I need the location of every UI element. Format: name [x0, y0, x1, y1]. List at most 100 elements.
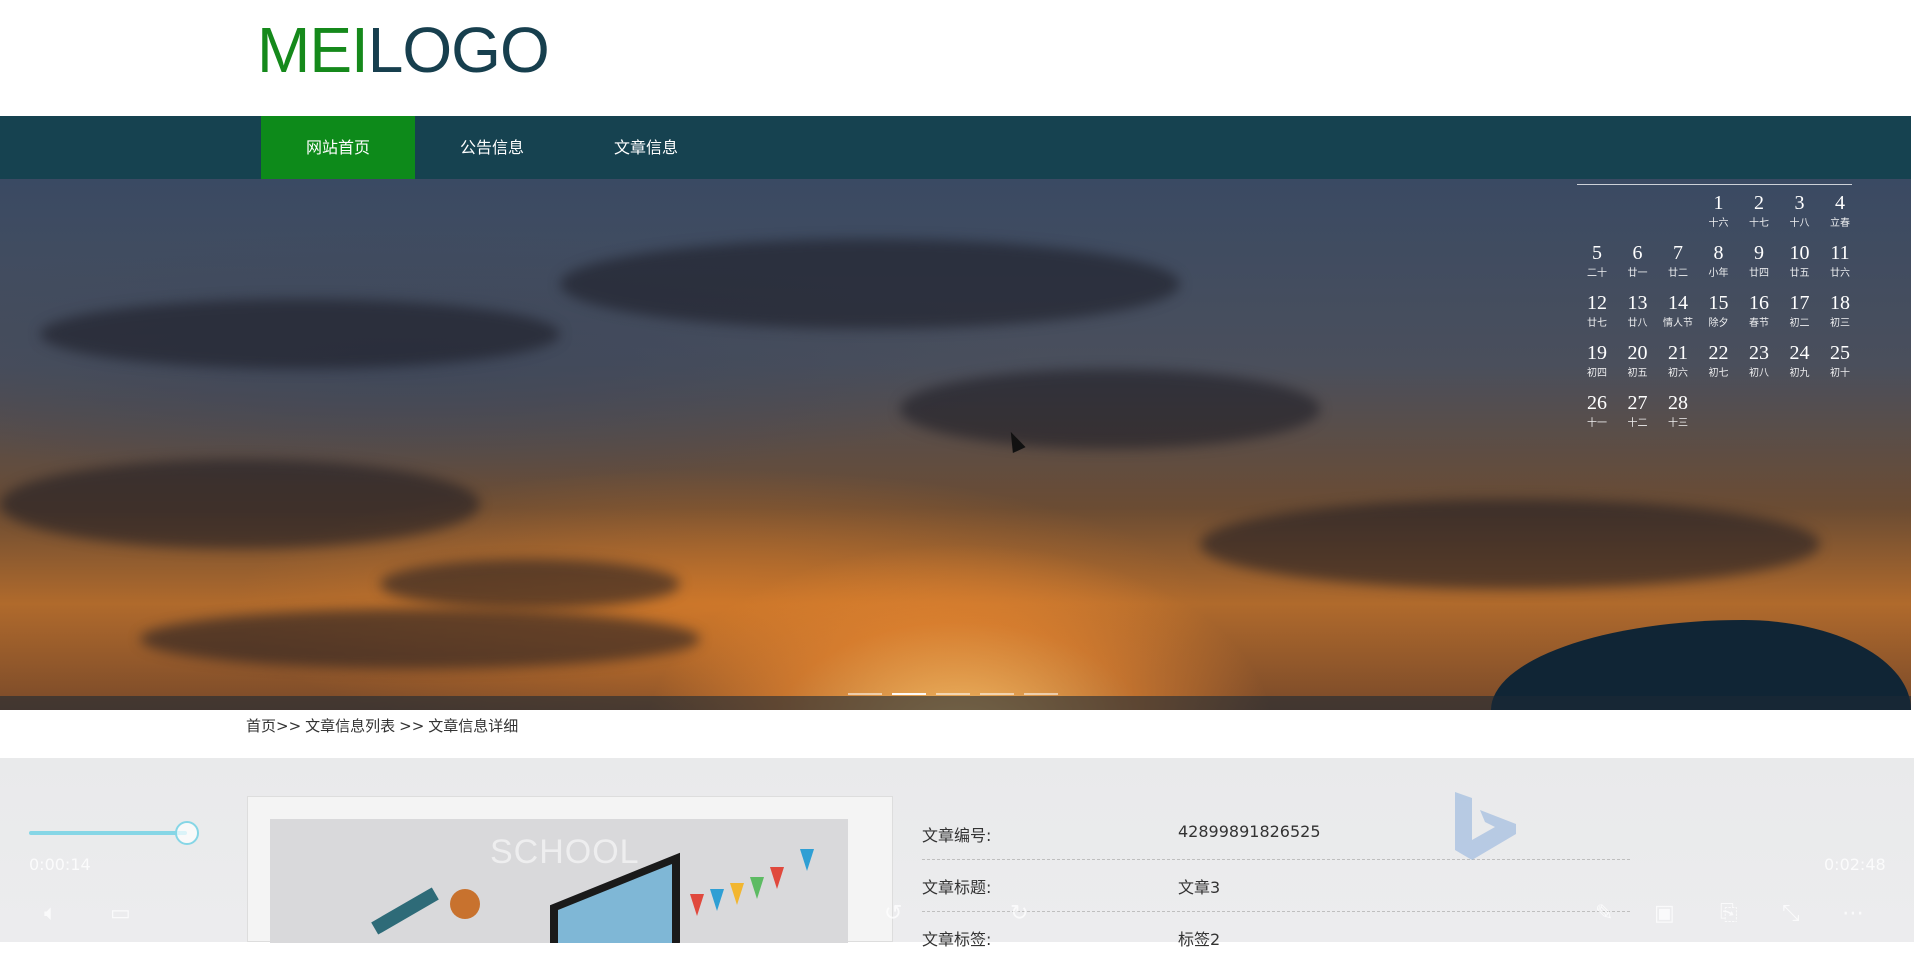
calendar-lunar-label: 廿二 — [1668, 268, 1688, 279]
calendar-day[interactable]: 17 初二 — [1780, 292, 1820, 331]
calendar-day[interactable]: 23 初八 — [1739, 342, 1779, 381]
calendar-day[interactable]: 7 廿二 — [1658, 242, 1698, 281]
article-tag-label: 文章标签: — [922, 930, 992, 949]
calendar-lunar-label: 廿一 — [1627, 268, 1648, 279]
hero-banner: 1 十六 2 十七 3 十八 4 立春 5 二十 6 廿一 7 廿二 8 小年 9 廿四 10 廿五 11 廿六 12 廿七 1… — [0, 179, 1911, 710]
calendar-day[interactable]: 4 立春 — [1820, 192, 1860, 231]
logo-part-2: LOGO — [367, 14, 550, 86]
calendar-day-number: 15 — [1708, 292, 1729, 314]
calendar-day-number: 1 — [1713, 192, 1724, 214]
carousel-dot[interactable] — [1024, 693, 1058, 695]
article-info-list: 文章编号: 42899891826525 文章标题: 文章3 文章标签: 标签2 — [922, 808, 1630, 964]
calendar-day[interactable]: 6 廿一 — [1618, 242, 1658, 281]
pennant-flag — [730, 883, 744, 905]
cloud-shape — [140, 609, 700, 669]
calendar-lunar-label: 十二 — [1627, 418, 1648, 429]
calendar-day[interactable]: 24 初九 — [1780, 342, 1820, 381]
carousel-dot[interactable] — [892, 693, 926, 695]
calendar-day[interactable]: 25 初十 — [1820, 342, 1860, 381]
calendar-lunar-label: 十七 — [1749, 218, 1769, 229]
article-id-value: 42899891826525 — [1178, 822, 1321, 841]
breadcrumb-list-link[interactable]: 文章信息列表 — [305, 717, 395, 735]
breadcrumb-current: 文章信息详细 — [428, 717, 519, 735]
calendar-day[interactable]: 20 初五 — [1618, 342, 1658, 381]
pennant-flag — [770, 867, 784, 889]
calendar-day[interactable]: 27 十二 — [1618, 392, 1658, 431]
calendar-day[interactable]: 21 初六 — [1658, 342, 1698, 381]
calendar-day[interactable]: 8 小年 — [1699, 242, 1739, 281]
carousel-dot[interactable] — [848, 693, 882, 695]
calendar-day-number: 23 — [1749, 342, 1769, 364]
calendar-day[interactable]: 28 十三 — [1658, 392, 1698, 431]
calendar-lunar-label: 初八 — [1749, 368, 1769, 379]
calendar-day-number: 14 — [1668, 292, 1688, 314]
info-row-tag: 文章标签: 标签2 — [922, 912, 1630, 964]
cloud-shape — [40, 299, 560, 369]
calendar-day[interactable]: 12 廿七 — [1577, 292, 1617, 331]
calendar-day[interactable]: 18 初三 — [1820, 292, 1860, 331]
article-title-value: 文章3 — [1178, 878, 1221, 897]
calendar-day-number: 28 — [1668, 392, 1688, 414]
calendar-day-number: 2 — [1754, 192, 1764, 214]
calendar-lunar-label: 二十 — [1587, 268, 1607, 279]
breadcrumb-home-link[interactable]: 首页>> — [246, 717, 301, 735]
calendar-lunar-label: 廿六 — [1830, 268, 1850, 279]
calendar-lunar-label: 初九 — [1789, 368, 1810, 379]
calendar-lunar-label: 十八 — [1789, 218, 1810, 229]
calendar-lunar-label: 春节 — [1749, 318, 1769, 329]
cloud-shape — [1200, 499, 1820, 589]
calendar-day-number: 17 — [1789, 292, 1810, 314]
calendar-day-number: 27 — [1627, 392, 1648, 414]
calendar-day-number: 16 — [1749, 292, 1769, 314]
breadcrumb-separator: >> — [399, 717, 425, 735]
site-header: MEILOGO — [0, 0, 1914, 116]
calendar-day[interactable]: 22 初七 — [1699, 342, 1739, 381]
calendar-day[interactable]: 19 初四 — [1577, 342, 1617, 381]
calendar-day-number: 18 — [1830, 292, 1850, 314]
calendar-day[interactable]: 10 廿五 — [1780, 242, 1820, 281]
calendar-lunar-label: 十六 — [1708, 218, 1729, 229]
site-logo[interactable]: MEILOGO — [257, 14, 550, 86]
carousel-dot[interactable] — [980, 693, 1014, 695]
horizon-band — [0, 696, 1911, 710]
calendar-day-number: 22 — [1708, 342, 1729, 364]
calendar-day-number: 10 — [1789, 242, 1810, 264]
calendar-day-number: 4 — [1835, 192, 1845, 214]
nav-item-announcements[interactable]: 公告信息 — [415, 116, 569, 179]
calendar-lunar-label: 初十 — [1830, 368, 1850, 379]
nav-item-home[interactable]: 网站首页 — [261, 116, 415, 179]
calendar-lunar-label: 廿四 — [1749, 268, 1769, 279]
calendar-lunar-label: 立春 — [1830, 218, 1850, 229]
calendar-day[interactable]: 5 二十 — [1577, 242, 1617, 281]
calendar-lunar-label: 廿七 — [1587, 318, 1607, 329]
calendar-lunar-label: 初五 — [1627, 368, 1648, 379]
nav-item-articles[interactable]: 文章信息 — [569, 116, 723, 179]
calendar-day[interactable]: 3 十八 — [1780, 192, 1820, 231]
calendar-day[interactable]: 15 除夕 — [1699, 292, 1739, 331]
image-watermark-text: SCHOOL — [490, 833, 640, 871]
calendar-day[interactable]: 13 廿八 — [1618, 292, 1658, 331]
article-title-label: 文章标题: — [922, 878, 992, 897]
calendar-day-number: 21 — [1668, 342, 1688, 364]
calendar-lunar-label: 初四 — [1587, 368, 1607, 379]
calendar-day-number: 6 — [1632, 242, 1643, 264]
calendar-day[interactable]: 1 十六 — [1699, 192, 1739, 231]
calendar-day[interactable]: 2 十七 — [1739, 192, 1779, 231]
info-row-id: 文章编号: 42899891826525 — [922, 808, 1630, 860]
pennant-flag — [690, 894, 704, 916]
calendar-day-number: 25 — [1830, 342, 1850, 364]
calendar-day[interactable]: 9 廿四 — [1739, 242, 1779, 281]
pennant-flag — [710, 889, 724, 911]
logo-part-1: MEI — [257, 14, 369, 86]
calendar-day-number: 20 — [1627, 342, 1648, 364]
calendar-day[interactable]: 26 十一 — [1577, 392, 1617, 431]
student-figure — [450, 889, 480, 919]
carousel-dot[interactable] — [936, 693, 970, 695]
calendar-day[interactable]: 11 廿六 — [1820, 242, 1860, 281]
calendar-lunar-label: 小年 — [1708, 268, 1729, 279]
calendar-day[interactable]: 14 情人节 — [1658, 292, 1698, 331]
carousel-indicators — [848, 693, 1058, 697]
calendar-lunar-label: 情人节 — [1663, 318, 1693, 329]
calendar-day-number: 11 — [1830, 242, 1850, 264]
calendar-day[interactable]: 16 春节 — [1739, 292, 1779, 331]
